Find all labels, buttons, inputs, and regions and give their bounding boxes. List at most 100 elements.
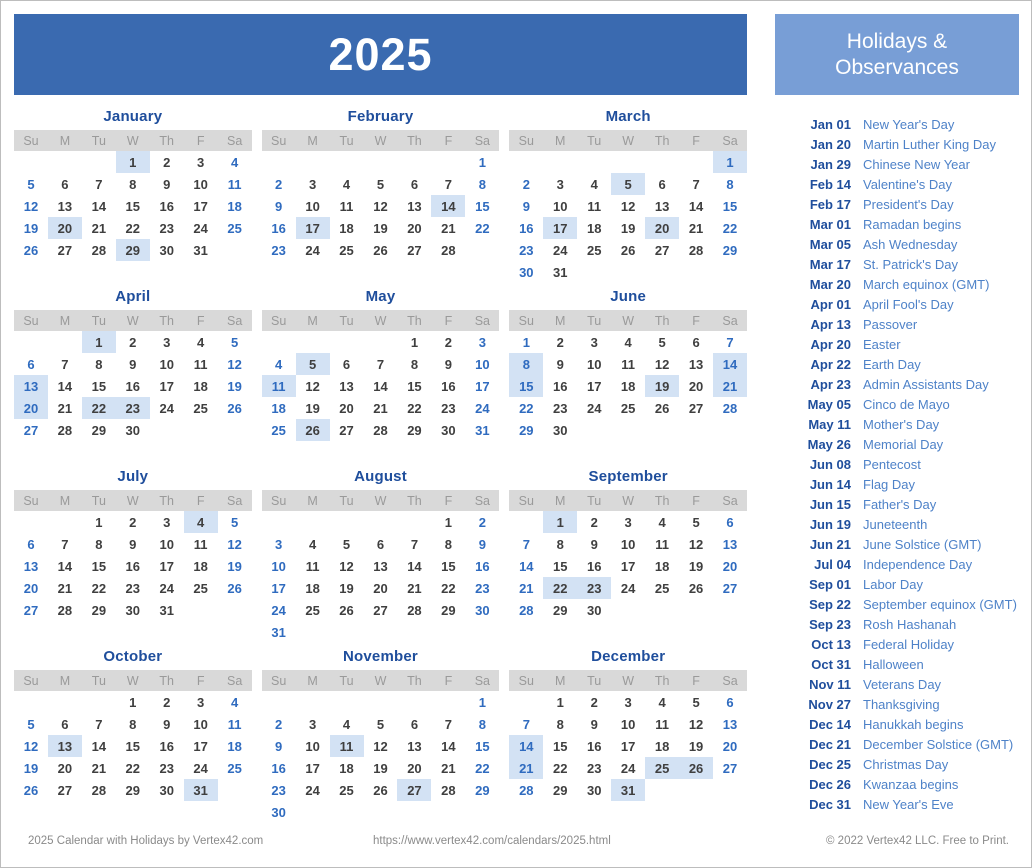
day-cell[interactable]: 29 [713, 239, 747, 261]
day-cell[interactable]: 3 [611, 511, 645, 533]
day-cell[interactable]: 19 [330, 577, 364, 599]
day-cell[interactable]: 29 [431, 599, 465, 621]
day-cell[interactable]: 27 [330, 419, 364, 441]
day-cell[interactable]: 29 [116, 779, 150, 801]
day-cell[interactable]: 18 [330, 217, 364, 239]
day-cell[interactable]: 27 [14, 599, 48, 621]
day-cell[interactable]: 27 [713, 577, 747, 599]
day-cell[interactable]: 18 [262, 397, 296, 419]
day-cell[interactable]: 24 [184, 217, 218, 239]
day-cell[interactable]: 6 [48, 173, 82, 195]
day-cell[interactable]: 14 [82, 195, 116, 217]
day-cell[interactable]: 20 [397, 757, 431, 779]
day-cell[interactable]: 17 [184, 735, 218, 757]
day-cell[interactable]: 22 [543, 757, 577, 779]
day-cell[interactable]: 16 [577, 555, 611, 577]
day-cell[interactable]: 2 [509, 173, 543, 195]
day-cell[interactable]: 18 [645, 735, 679, 757]
day-cell[interactable]: 21 [364, 397, 398, 419]
day-cell[interactable]: 12 [218, 533, 252, 555]
day-cell[interactable]: 9 [431, 353, 465, 375]
day-cell[interactable]: 31 [262, 621, 296, 643]
day-cell[interactable]: 25 [296, 599, 330, 621]
day-cell[interactable]: 24 [150, 397, 184, 419]
day-cell[interactable]: 2 [116, 511, 150, 533]
day-cell[interactable]: 18 [218, 195, 252, 217]
day-cell[interactable]: 22 [81, 397, 116, 419]
day-cell[interactable]: 24 [184, 757, 218, 779]
day-cell[interactable]: 6 [713, 691, 747, 713]
day-cell[interactable]: 24 [611, 577, 645, 599]
day-cell[interactable]: 13 [397, 735, 431, 757]
footer-url[interactable]: https://www.vertex42.com/calendars/2025.… [373, 835, 611, 847]
day-cell[interactable]: 25 [645, 577, 679, 599]
day-cell[interactable]: 4 [184, 331, 218, 353]
day-cell[interactable]: 15 [543, 735, 577, 757]
day-cell[interactable]: 13 [330, 375, 364, 397]
day-cell[interactable]: 4 [183, 511, 218, 533]
day-cell[interactable]: 23 [577, 577, 612, 599]
day-cell[interactable]: 5 [330, 533, 364, 555]
day-cell[interactable]: 4 [645, 511, 679, 533]
day-cell[interactable]: 27 [713, 757, 747, 779]
day-cell[interactable]: 19 [364, 757, 398, 779]
day-cell[interactable]: 4 [611, 331, 645, 353]
day-cell[interactable]: 20 [713, 735, 747, 757]
day-cell[interactable]: 25 [218, 217, 252, 239]
day-cell[interactable]: 17 [262, 577, 296, 599]
day-cell[interactable]: 5 [14, 713, 48, 735]
day-cell[interactable]: 8 [509, 353, 544, 375]
day-cell[interactable]: 1 [116, 691, 150, 713]
day-cell[interactable]: 30 [150, 239, 184, 261]
day-cell[interactable]: 7 [364, 353, 398, 375]
day-cell[interactable]: 12 [218, 353, 252, 375]
day-cell[interactable]: 29 [543, 599, 577, 621]
day-cell[interactable]: 23 [509, 239, 543, 261]
day-cell[interactable]: 28 [82, 239, 116, 261]
day-cell[interactable]: 4 [577, 173, 611, 195]
day-cell[interactable]: 1 [81, 331, 116, 353]
day-cell[interactable]: 6 [48, 713, 82, 735]
day-cell[interactable]: 13 [397, 195, 431, 217]
day-cell[interactable]: 16 [543, 375, 577, 397]
day-cell[interactable]: 18 [577, 217, 611, 239]
day-cell[interactable]: 11 [329, 735, 364, 757]
day-cell[interactable]: 15 [82, 555, 116, 577]
day-cell[interactable]: 21 [431, 217, 465, 239]
day-cell[interactable]: 28 [713, 397, 747, 419]
day-cell[interactable]: 22 [116, 757, 150, 779]
day-cell[interactable]: 28 [431, 239, 465, 261]
day-cell[interactable]: 23 [115, 397, 150, 419]
day-cell[interactable]: 7 [509, 533, 543, 555]
day-cell[interactable]: 27 [645, 239, 679, 261]
day-cell[interactable]: 30 [543, 419, 577, 441]
day-cell[interactable]: 20 [330, 397, 364, 419]
day-cell[interactable]: 19 [14, 757, 48, 779]
day-cell[interactable]: 31 [150, 599, 184, 621]
day-cell[interactable]: 26 [218, 577, 252, 599]
day-cell[interactable]: 31 [611, 779, 646, 801]
day-cell[interactable]: 19 [218, 375, 252, 397]
day-cell[interactable]: 26 [14, 779, 48, 801]
day-cell[interactable]: 5 [295, 353, 330, 375]
day-cell[interactable]: 1 [713, 151, 747, 173]
day-cell[interactable]: 25 [218, 757, 252, 779]
day-cell[interactable]: 9 [116, 353, 150, 375]
day-cell[interactable]: 29 [115, 239, 150, 261]
day-cell[interactable]: 7 [713, 331, 747, 353]
day-cell[interactable]: 5 [218, 511, 252, 533]
day-cell[interactable]: 3 [150, 331, 184, 353]
day-cell[interactable]: 6 [364, 533, 398, 555]
day-cell[interactable]: 27 [14, 419, 48, 441]
day-cell[interactable]: 7 [48, 353, 82, 375]
day-cell[interactable]: 12 [679, 713, 713, 735]
day-cell[interactable]: 9 [262, 195, 296, 217]
day-cell[interactable]: 17 [150, 555, 184, 577]
day-cell[interactable]: 2 [150, 691, 184, 713]
day-cell[interactable]: 16 [262, 217, 296, 239]
day-cell[interactable]: 23 [431, 397, 465, 419]
day-cell[interactable]: 19 [296, 397, 330, 419]
day-cell[interactable]: 29 [397, 419, 431, 441]
day-cell[interactable]: 11 [645, 713, 679, 735]
day-cell[interactable]: 25 [330, 779, 364, 801]
